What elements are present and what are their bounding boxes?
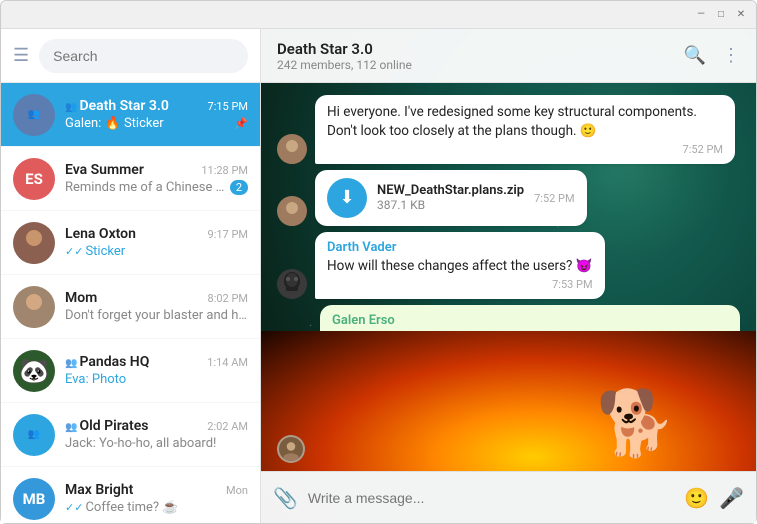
chat-name: Max Bright: [65, 482, 133, 498]
chat-time: 1:14 AM: [207, 356, 248, 369]
message-text: How will these changes affect the users?…: [327, 257, 593, 276]
chat-list-item[interactable]: 🐼 👥Pandas HQ 1:14 AM Eva: Photo: [1, 339, 260, 403]
chat-time: 7:15 PM: [208, 100, 248, 113]
chat-time: 11:28 PM: [201, 164, 248, 177]
file-bubble: ⬇ NEW_DeathStar.plans.zip 387.1 KB 7:52 …: [315, 170, 587, 226]
chat-preview: Don't forget your blaster and helmet: [65, 308, 248, 323]
chat-header-info: Death Star 3.0 242 members, 112 online: [277, 40, 412, 72]
attach-icon[interactable]: 📎: [273, 486, 298, 510]
message-bubble: Darth Vader How will these changes affec…: [315, 232, 605, 299]
chat-info: 👥Old Pirates 2:02 AM Jack: Yo-ho-ho, all…: [65, 418, 248, 451]
chat-list-item[interactable]: Mom 8:02 PM Don't forget your blaster an…: [1, 275, 260, 339]
explosion-background: 🐕: [261, 331, 756, 471]
minimize-button[interactable]: —: [694, 8, 708, 22]
message-time: 7:53 PM: [327, 278, 593, 291]
chat-time: 9:17 PM: [208, 228, 248, 241]
chat-subtitle: 242 members, 112 online: [277, 58, 412, 72]
chat-info: Eva Summer 11:28 PM Reminds me of a Chin…: [65, 162, 248, 195]
chat-time: 8:02 PM: [208, 292, 248, 305]
chat-info: Max Bright Mon ✓✓Coffee time? ☕: [65, 482, 248, 515]
message-row: Hi everyone. I've redesigned some key st…: [277, 95, 740, 164]
message-input[interactable]: [308, 490, 674, 506]
sidebar-header: ☰: [1, 29, 260, 83]
chat-time: 2:02 AM: [207, 420, 248, 433]
search-icon[interactable]: 🔍: [684, 45, 706, 66]
emoji-icon[interactable]: 🙂: [684, 486, 709, 510]
chat-name: 👥Old Pirates: [65, 418, 148, 434]
window-controls: — □ ✕: [694, 8, 748, 22]
chat-name: Mom: [65, 290, 97, 306]
chat-preview: ✓✓Coffee time? ☕: [65, 500, 248, 515]
chat-name: Eva Summer: [65, 162, 144, 178]
chat-list-item[interactable]: ES Eva Summer 11:28 PM Reminds me of a C…: [1, 147, 260, 211]
file-size: 387.1 KB: [377, 198, 524, 212]
download-icon: ⬇: [327, 178, 367, 218]
file-info: NEW_DeathStar.plans.zip 387.1 KB: [377, 183, 524, 212]
chat-preview: Jack: Yo-ho-ho, all aboard!: [65, 436, 248, 451]
chat-name: Lena Oxton: [65, 226, 136, 242]
message-time: 7:52 PM: [327, 143, 723, 156]
chat-image-area: 🐕: [261, 331, 756, 471]
message-row: Darth Vader How will these changes affec…: [277, 232, 740, 299]
chat-preview: Galen: 🔥 Sticker: [65, 116, 234, 131]
chat-preview: Eva: Photo: [65, 372, 248, 387]
unread-badge: 2: [230, 180, 248, 195]
chat-list-item[interactable]: Lena Oxton 9:17 PM ✓✓Sticker: [1, 211, 260, 275]
avatar: [277, 269, 307, 299]
close-button[interactable]: ✕: [734, 8, 748, 22]
message-text: Hi everyone. I've redesigned some key st…: [327, 103, 723, 141]
chat-header-actions: 🔍 ⋮: [684, 45, 740, 66]
message-bubble: Hi everyone. I've redesigned some key st…: [315, 95, 735, 164]
messages-area: Hi everyone. I've redesigned some key st…: [261, 83, 756, 331]
input-area: 📎 🙂 🎤: [261, 471, 756, 523]
chat-list-item[interactable]: 👥 👥Death Star 3.0 7:15 PM Galen: 🔥 Stick…: [1, 83, 260, 147]
avatar: [277, 196, 307, 226]
sidebar: ☰ 👥 👥Death Star 3.0 7:15 PM Galen: 🔥 Sti…: [1, 29, 261, 523]
message-bubble: Galen Erso This version can blow up two …: [320, 305, 740, 331]
chat-header: Death Star 3.0 242 members, 112 online 🔍…: [261, 29, 756, 83]
message-row: Galen Erso This version can blow up two …: [277, 305, 740, 331]
avatar: [277, 134, 307, 164]
chat-name: 👥Pandas HQ: [65, 354, 149, 370]
chat-list-item[interactable]: 👥 👥Old Pirates 2:02 AM Jack: Yo-ho-ho, a…: [1, 403, 260, 467]
chat-info: Lena Oxton 9:17 PM ✓✓Sticker: [65, 226, 248, 259]
maximize-button[interactable]: □: [714, 8, 728, 22]
chat-list-item[interactable]: MB Max Bright Mon ✓✓Coffee time? ☕: [1, 467, 260, 523]
file-time: 7:52 PM: [534, 192, 574, 205]
chat-list: 👥 👥Death Star 3.0 7:15 PM Galen: 🔥 Stick…: [1, 83, 260, 523]
message-sender: Galen Erso: [332, 313, 728, 328]
chat-info: 👥Death Star 3.0 7:15 PM Galen: 🔥 Sticker…: [65, 98, 248, 131]
chat-title: Death Star 3.0: [277, 40, 412, 58]
message-row: ⬇ NEW_DeathStar.plans.zip 387.1 KB 7:52 …: [277, 170, 740, 226]
title-bar: — □ ✕: [1, 1, 756, 29]
search-input[interactable]: [39, 39, 248, 73]
chat-time: Mon: [226, 484, 248, 497]
chat-name: 👥Death Star 3.0: [65, 98, 169, 114]
message-sender: Darth Vader: [327, 240, 593, 255]
hamburger-icon[interactable]: ☰: [13, 45, 29, 66]
file-name: NEW_DeathStar.plans.zip: [377, 183, 524, 198]
chat-info: 👥Pandas HQ 1:14 AM Eva: Photo: [65, 354, 248, 387]
chat-info: Mom 8:02 PM Don't forget your blaster an…: [65, 290, 248, 323]
more-options-icon[interactable]: ⋮: [722, 45, 740, 66]
app-body: ☰ 👥 👥Death Star 3.0 7:15 PM Galen: 🔥 Sti…: [1, 29, 756, 523]
chat-preview: Reminds me of a Chinese prove...: [65, 180, 226, 195]
chat-preview: ✓✓Sticker: [65, 244, 248, 259]
chat-area: Death Star 3.0 242 members, 112 online 🔍…: [261, 29, 756, 523]
mic-icon[interactable]: 🎤: [719, 486, 744, 510]
